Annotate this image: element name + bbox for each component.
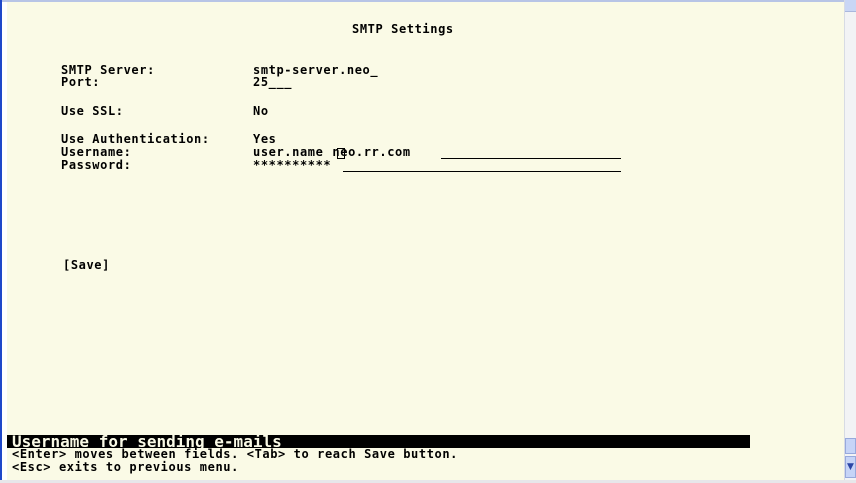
port-label: Port: [61,75,101,89]
help-line-2: <Esc> exits to previous menu. [12,460,239,474]
username-input[interactable]: user.name neo.rr.com [253,145,411,159]
username-text-before-cursor: user.name [253,145,324,159]
scroll-thumb[interactable] [845,438,856,454]
password-label: Password: [61,158,132,172]
password-input[interactable]: ********** [253,158,331,172]
save-button[interactable]: [Save] [63,258,110,272]
help-line-1: <Enter> moves between fields. <Tab> to r… [12,447,459,461]
use-authentication-label: Use Authentication: [61,132,210,146]
vertical-scrollbar[interactable]: ▼ [844,0,856,480]
password-field-underline [343,171,621,172]
text-cursor [337,148,345,159]
username-label: Username: [61,145,132,159]
scroll-up-button[interactable] [845,0,856,12]
screen-title: SMTP Settings [352,22,454,36]
use-ssl-label: Use SSL: [61,104,124,118]
window-frame-left [0,0,2,483]
use-ssl-toggle[interactable]: No [253,104,269,118]
port-input[interactable]: 25___ [253,75,292,89]
scroll-down-icon[interactable]: ▼ [845,456,856,478]
use-authentication-toggle[interactable]: Yes [253,132,276,146]
username-field-underline [441,158,621,159]
terminal-screen[interactable]: SMTP Settings SMTP Server: smtp-server.n… [7,2,844,480]
